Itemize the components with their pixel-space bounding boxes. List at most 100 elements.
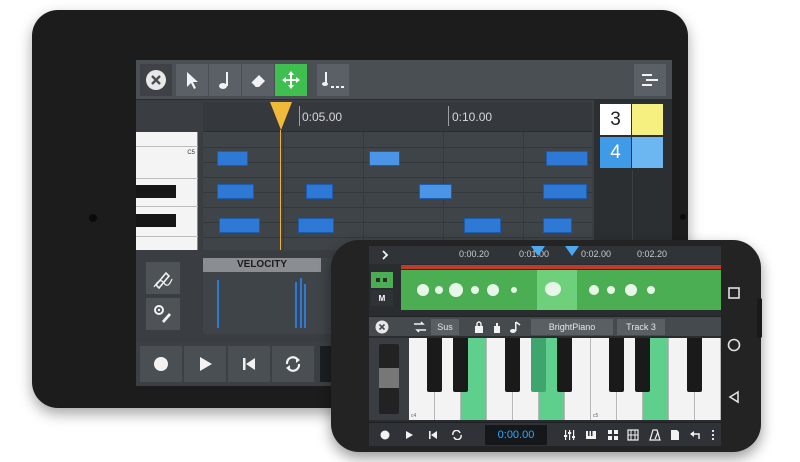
velocity-bar[interactable] [295, 282, 297, 328]
play-button[interactable] [401, 427, 417, 443]
record-button[interactable] [377, 427, 393, 443]
piano-button[interactable] [583, 427, 599, 443]
lock-icon[interactable] [473, 320, 485, 334]
ruler-tick [299, 106, 300, 126]
track-icon [376, 278, 387, 282]
playhead-marker[interactable] [270, 102, 292, 130]
scene-number[interactable]: 4 [600, 137, 631, 168]
midi-note[interactable] [543, 184, 587, 199]
midi-note[interactable] [546, 151, 588, 166]
pitch-wheel-panel [369, 338, 409, 420]
black-key[interactable] [136, 214, 176, 227]
phone-ruler[interactable]: 0:00.20 0:01.00 0:02.00 0:02.20 [369, 246, 721, 264]
grid-row [203, 237, 592, 238]
note-tool-button[interactable] [209, 64, 241, 96]
rewind-button[interactable] [425, 427, 441, 443]
ruler-mark: 0:02.20 [637, 249, 668, 259]
record-range-bar [401, 265, 721, 269]
pitch-wheel-knob[interactable] [379, 368, 399, 388]
midi-note[interactable] [464, 218, 501, 233]
drums-button[interactable] [605, 427, 621, 443]
mute-button[interactable]: M [371, 290, 393, 306]
velocity-bar[interactable] [217, 280, 219, 328]
track-arm-button[interactable] [371, 272, 393, 288]
note-icon[interactable] [509, 320, 521, 334]
mixer-button[interactable] [561, 427, 577, 443]
overflow-menu-button[interactable] [705, 427, 721, 443]
midi-note[interactable] [419, 184, 452, 199]
grid-icon [627, 429, 639, 441]
black-key[interactable] [687, 338, 702, 392]
back-icon[interactable] [727, 390, 741, 404]
midi-note[interactable] [298, 218, 334, 233]
black-key[interactable] [505, 338, 520, 392]
waveform [487, 284, 499, 296]
play-icon [200, 357, 212, 371]
pointer-tool-button[interactable] [176, 64, 208, 96]
midi-note[interactable] [219, 218, 260, 233]
scene-pad-yellow[interactable] [632, 104, 663, 135]
velocity-settings-button[interactable] [146, 298, 180, 330]
hand-icon[interactable] [491, 320, 503, 334]
track-selector[interactable]: Track 3 [617, 319, 665, 335]
recents-icon[interactable] [727, 286, 741, 300]
instrument-selector[interactable]: BrightPiano [531, 319, 613, 335]
eraser-tool-button[interactable] [242, 64, 274, 96]
black-key-active[interactable] [531, 338, 546, 392]
waveform [417, 284, 429, 296]
ruler-mark: 0:00.20 [459, 249, 490, 259]
velocity-bar[interactable] [304, 284, 306, 328]
sequencer-button[interactable] [625, 427, 641, 443]
midi-note[interactable] [217, 184, 254, 199]
piano-roll-grid[interactable] [203, 132, 592, 250]
piano-roll-keys[interactable]: C5 [136, 132, 198, 250]
close-button[interactable] [140, 64, 172, 96]
ruler-tick [448, 106, 449, 126]
phone-device: 0:00.20 0:01.00 0:02.00 0:02.20 M Sus Br… [331, 240, 762, 452]
tablet-toolbar [136, 60, 672, 100]
timeline-ruler[interactable]: 0:05.00 0:10.00 [203, 102, 592, 132]
close-icon[interactable] [375, 320, 389, 334]
notes-button[interactable] [667, 427, 683, 443]
midi-note[interactable] [543, 218, 572, 233]
grid-row [203, 177, 592, 178]
black-key[interactable] [136, 185, 176, 198]
midi-note[interactable] [217, 151, 248, 166]
home-icon[interactable] [727, 338, 741, 352]
record-button[interactable] [140, 346, 182, 382]
loop-button[interactable] [449, 427, 465, 443]
scene-pad-blue[interactable] [632, 137, 663, 168]
black-key[interactable] [557, 338, 572, 392]
velocity-bar[interactable] [300, 278, 302, 328]
waveform [625, 284, 637, 296]
tracks-menu-button[interactable] [634, 64, 666, 96]
rewind-button[interactable] [228, 346, 270, 382]
grid-row [203, 147, 592, 148]
scene-number[interactable]: 3 [600, 104, 631, 135]
loop-end-marker[interactable] [565, 246, 579, 256]
loop-icon [285, 356, 301, 372]
draw-curve-button[interactable] [146, 262, 180, 294]
undo-button[interactable] [687, 427, 703, 443]
more-vertical-icon [711, 429, 715, 441]
transpose-icon[interactable] [413, 320, 427, 334]
chevron-right-icon[interactable] [379, 249, 391, 261]
black-key[interactable] [427, 338, 442, 392]
mixer-icon [564, 430, 575, 440]
loop-button[interactable] [272, 346, 314, 382]
move-tool-button[interactable] [275, 64, 307, 96]
loop-start-marker[interactable] [531, 246, 545, 256]
grid-row [203, 192, 592, 193]
piano-keyboard[interactable]: c4 c5 [409, 338, 721, 420]
grid-col [283, 132, 284, 250]
sustain-button[interactable]: Sus [431, 319, 459, 335]
midi-note[interactable] [306, 184, 333, 199]
black-key[interactable] [453, 338, 468, 392]
black-key[interactable] [609, 338, 624, 392]
play-button[interactable] [184, 346, 226, 382]
playhead-line [280, 130, 281, 250]
quantize-button[interactable] [317, 64, 349, 96]
metronome-button[interactable] [647, 427, 663, 443]
midi-note[interactable] [369, 151, 400, 166]
black-key[interactable] [635, 338, 650, 392]
